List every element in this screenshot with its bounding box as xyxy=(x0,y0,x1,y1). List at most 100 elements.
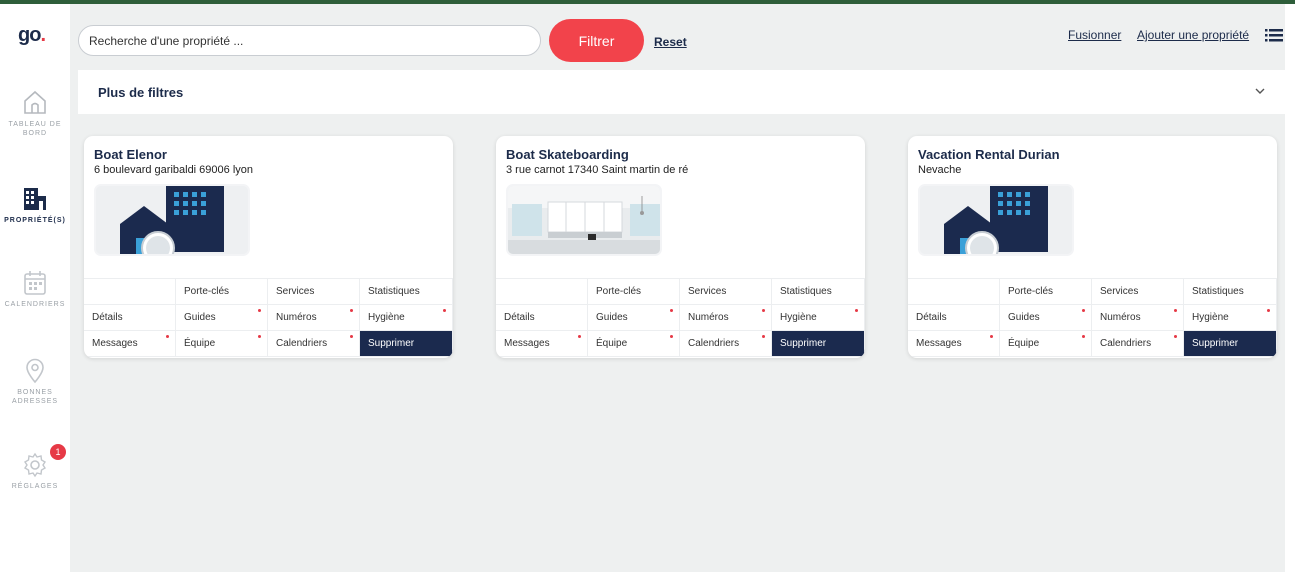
keys-action[interactable]: Porte-clés xyxy=(176,279,268,305)
sidebar-item-label: PROPRIÉTÉ(S) xyxy=(4,217,66,224)
sidebar-item-label: CALENDRIERS xyxy=(4,301,66,308)
hygiene-label: Hygiène xyxy=(1192,312,1229,323)
more-filters-panel[interactable]: Plus de filtres xyxy=(78,70,1285,114)
services-action[interactable]: Services xyxy=(1092,279,1184,305)
chevron-down-icon[interactable] xyxy=(1253,84,1267,98)
numbers-action[interactable]: Numéros xyxy=(1092,305,1184,331)
sidebar-item-calendars[interactable]: CALENDRIERS xyxy=(0,270,70,309)
property-name[interactable]: Boat Skateboarding xyxy=(506,147,629,162)
calendars-action[interactable]: Calendriers xyxy=(680,331,772,357)
statistics-action[interactable]: Statistiques xyxy=(772,279,865,305)
statistics-action[interactable]: Statistiques xyxy=(1184,279,1277,305)
calendars-label: Calendriers xyxy=(688,338,740,349)
guides-action[interactable]: Guides xyxy=(176,305,268,331)
gear-icon xyxy=(24,452,46,478)
alert-dot xyxy=(578,335,581,338)
main-content: Filtrer Reset Fusionner Ajouter une prop… xyxy=(70,4,1285,572)
filter-button[interactable]: Filtrer xyxy=(549,19,644,62)
guides-label: Guides xyxy=(184,312,216,323)
guides-action[interactable]: Guides xyxy=(588,305,680,331)
numbers-label: Numéros xyxy=(688,312,729,323)
calendars-label: Calendriers xyxy=(276,338,328,349)
delete-button[interactable]: Supprimer xyxy=(772,331,865,357)
details-action[interactable]: Détails xyxy=(496,305,588,331)
alert-dot xyxy=(990,335,993,338)
search-input[interactable] xyxy=(78,25,541,56)
sidebar-item-addresses[interactable]: BONNES ADRESSES xyxy=(0,358,70,406)
alert-dot xyxy=(1267,309,1270,312)
guides-label: Guides xyxy=(1008,312,1040,323)
more-filters-title: Plus de filtres xyxy=(98,85,184,100)
calendars-action[interactable]: Calendriers xyxy=(268,331,360,357)
app-logo[interactable]: go. xyxy=(18,24,46,47)
alert-dot xyxy=(762,335,765,338)
guides-label: Guides xyxy=(596,312,628,323)
property-name[interactable]: Boat Elenor xyxy=(94,147,167,162)
sidebar-item-dashboard[interactable]: TABLEAU DE BORD xyxy=(0,88,70,138)
guides-action[interactable]: Guides xyxy=(1000,305,1092,331)
services-action[interactable]: Services xyxy=(680,279,772,305)
hygiene-label: Hygiène xyxy=(780,312,817,323)
messages-label: Messages xyxy=(92,338,138,349)
alert-dot xyxy=(350,309,353,312)
calendar-icon xyxy=(24,271,46,295)
team-action[interactable]: Équipe xyxy=(588,331,680,357)
messages-action[interactable]: Messages xyxy=(908,331,1000,357)
hygiene-action[interactable]: Hygiène xyxy=(360,305,453,331)
messages-action[interactable]: Messages xyxy=(84,331,176,357)
alert-dot xyxy=(1174,335,1177,338)
empty-cell xyxy=(84,279,176,305)
numbers-action[interactable]: Numéros xyxy=(268,305,360,331)
alert-dot xyxy=(1174,309,1177,312)
search-toolbar: Filtrer Reset Fusionner Ajouter une prop… xyxy=(70,4,1285,70)
property-image[interactable] xyxy=(506,184,662,256)
alert-dot xyxy=(1082,335,1085,338)
add-property-link[interactable]: Ajouter une propriété xyxy=(1137,28,1249,42)
statistics-action[interactable]: Statistiques xyxy=(360,279,453,305)
window-edge xyxy=(1285,4,1295,572)
card-actions-grid: Porte-clés Services Statistiques Détails… xyxy=(84,278,453,358)
property-image[interactable] xyxy=(918,184,1074,256)
property-address: 6 boulevard garibaldi 69006 lyon xyxy=(94,164,254,176)
numbers-action[interactable]: Numéros xyxy=(680,305,772,331)
hygiene-action[interactable]: Hygiène xyxy=(772,305,865,331)
sidebar-item-label: BONNES ADRESSES xyxy=(11,389,59,405)
details-action[interactable]: Détails xyxy=(84,305,176,331)
empty-cell xyxy=(496,279,588,305)
logo-text: go xyxy=(18,24,41,46)
sidebar-item-label: TABLEAU DE BORD xyxy=(8,121,62,137)
property-card: Vacation Rental Durian Nevache Porte-clé… xyxy=(908,136,1277,358)
building-icon xyxy=(24,188,46,210)
hygiene-action[interactable]: Hygiène xyxy=(1184,305,1277,331)
list-view-icon[interactable] xyxy=(1265,28,1283,42)
merge-link[interactable]: Fusionner xyxy=(1068,28,1121,42)
calendars-action[interactable]: Calendriers xyxy=(1092,331,1184,357)
home-icon xyxy=(24,90,46,114)
keys-action[interactable]: Porte-clés xyxy=(588,279,680,305)
details-action[interactable]: Détails xyxy=(908,305,1000,331)
kitchen-photo xyxy=(508,186,660,254)
team-label: Équipe xyxy=(596,338,628,349)
messages-action[interactable]: Messages xyxy=(496,331,588,357)
reset-link[interactable]: Reset xyxy=(654,35,687,49)
notification-badge: 1 xyxy=(50,444,66,460)
keys-action[interactable]: Porte-clés xyxy=(1000,279,1092,305)
team-action[interactable]: Équipe xyxy=(1000,331,1092,357)
property-card: Boat Elenor 6 boulevard garibaldi 69006 … xyxy=(84,136,453,358)
delete-button[interactable]: Supprimer xyxy=(1184,331,1277,357)
property-address: Nevache xyxy=(918,164,962,176)
delete-button[interactable]: Supprimer xyxy=(360,331,453,357)
property-image[interactable] xyxy=(94,184,250,256)
team-label: Équipe xyxy=(1008,338,1040,349)
services-action[interactable]: Services xyxy=(268,279,360,305)
sidebar-item-properties[interactable]: PROPRIÉTÉ(S) xyxy=(0,186,70,225)
alert-dot xyxy=(166,335,169,338)
property-card: Boat Skateboarding 3 rue carnot 17340 Sa… xyxy=(496,136,865,358)
alert-dot xyxy=(855,309,858,312)
team-label: Équipe xyxy=(184,338,216,349)
team-action[interactable]: Équipe xyxy=(176,331,268,357)
sidebar-item-settings[interactable]: 1 RÉGLAGES xyxy=(0,444,70,491)
hygiene-label: Hygiène xyxy=(368,312,405,323)
property-name[interactable]: Vacation Rental Durian xyxy=(918,147,1060,162)
building-placeholder-icon xyxy=(920,186,1072,254)
